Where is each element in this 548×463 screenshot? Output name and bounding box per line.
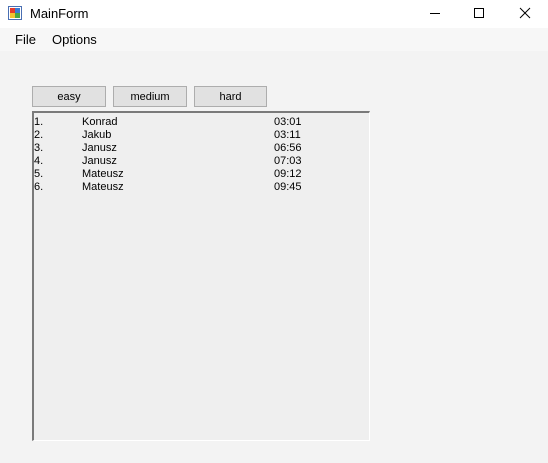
window-title: MainForm <box>30 6 89 21</box>
rank: 1. <box>34 116 44 128</box>
player-name: Konrad <box>82 116 118 128</box>
rank: 6. <box>34 181 44 193</box>
title-bar: MainForm <box>0 0 548 28</box>
player-name: Mateusz <box>82 168 124 180</box>
maximize-button[interactable] <box>456 0 502 26</box>
time: 06:56 <box>274 142 302 154</box>
list-item[interactable]: 3. Janusz 06:56 <box>34 142 369 155</box>
minimize-button[interactable] <box>412 0 458 26</box>
menu-file[interactable]: File <box>15 32 36 47</box>
easy-button[interactable]: easy <box>32 86 106 107</box>
rank: 2. <box>34 129 44 141</box>
player-name: Mateusz <box>82 181 124 193</box>
list-item[interactable]: 6. Mateusz 09:45 <box>34 181 369 194</box>
menu-bar: File Options <box>0 28 548 51</box>
player-name: Janusz <box>82 155 117 167</box>
time: 07:03 <box>274 155 302 167</box>
rank: 4. <box>34 155 44 167</box>
list-item[interactable]: 4. Janusz 07:03 <box>34 155 369 168</box>
player-name: Jakub <box>82 129 112 141</box>
time: 03:01 <box>274 116 302 128</box>
rank: 5. <box>34 168 44 180</box>
time: 09:45 <box>274 181 302 193</box>
medium-button[interactable]: medium <box>113 86 187 107</box>
close-icon <box>519 7 531 19</box>
time: 09:12 <box>274 168 302 180</box>
maximize-icon <box>474 8 484 18</box>
list-item[interactable]: 5. Mateusz 09:12 <box>34 168 369 181</box>
app-icon <box>8 6 22 20</box>
player-name: Janusz <box>82 142 117 154</box>
list-item[interactable]: 1. Konrad 03:01 <box>34 116 369 129</box>
list-item[interactable]: 2. Jakub 03:11 <box>34 129 369 142</box>
minimize-icon <box>430 13 440 14</box>
scores-listbox[interactable]: 1. Konrad 03:01 2. Jakub 03:11 3. Janusz… <box>32 111 370 441</box>
close-button[interactable] <box>502 0 548 26</box>
rank: 3. <box>34 142 44 154</box>
time: 03:11 <box>274 129 301 141</box>
menu-options[interactable]: Options <box>52 32 97 47</box>
hard-button[interactable]: hard <box>194 86 267 107</box>
